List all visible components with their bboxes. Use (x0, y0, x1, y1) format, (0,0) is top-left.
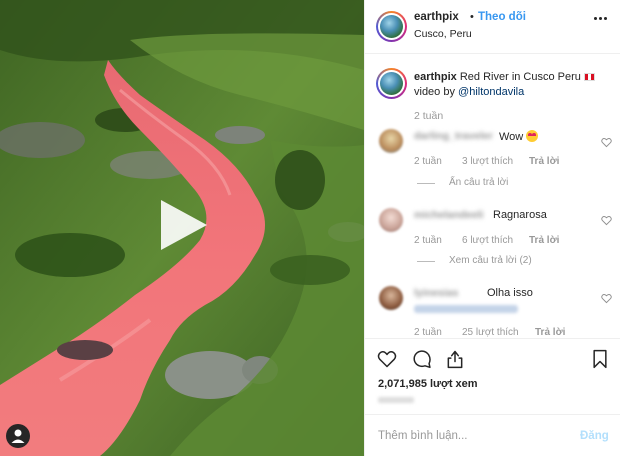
heart-eyes-emoji-icon (526, 130, 539, 142)
comment-timestamp[interactable]: 2 tuần (414, 235, 442, 246)
caption-credit: video by (414, 86, 459, 98)
comment-like-heart-icon[interactable] (601, 293, 612, 304)
comment-text: Wow (499, 130, 539, 143)
user-icon (11, 429, 25, 443)
comments-list[interactable]: earthpix Red River in Cusco Peru video b… (365, 55, 620, 338)
comment-username[interactable]: darling_traveler (414, 130, 493, 142)
comment-text: Ragnarosa (493, 209, 547, 221)
comment-input[interactable] (378, 428, 568, 444)
comment-likes-count[interactable]: 6 lượt thích (462, 235, 513, 246)
tagged-users-button[interactable] (6, 424, 30, 448)
comment-likes-count[interactable]: 3 lượt thích (462, 156, 513, 167)
caption-timestamp[interactable]: 2 tuần (414, 110, 443, 122)
heart-icon[interactable] (377, 349, 397, 369)
comment-reply-button[interactable]: Trả lời (535, 327, 565, 338)
post-location[interactable]: Cusco, Peru (414, 28, 472, 40)
post-comment-button[interactable]: Đăng (580, 430, 609, 442)
post-video[interactable] (0, 0, 364, 456)
view-count-label: lượt xem (426, 378, 478, 390)
play-icon[interactable] (157, 198, 209, 252)
thread-line (417, 183, 435, 184)
add-comment-bar: Đăng (365, 414, 620, 456)
follow-button[interactable]: Theo dõi (478, 11, 526, 23)
comment-avatar[interactable] (379, 208, 403, 232)
caption-text: Red River in Cusco Peru (456, 71, 584, 83)
comment-username[interactable]: michelandeeli (414, 209, 483, 221)
blurred-mention (414, 305, 518, 313)
comment-reply-button[interactable]: Trả lời (529, 235, 559, 246)
caption-author-avatar[interactable] (376, 68, 407, 99)
peru-flag-icon (583, 73, 595, 81)
comment-timestamp[interactable]: 2 tuần (414, 327, 442, 338)
comment-likes-count[interactable]: 25 lượt thích (462, 327, 519, 338)
comment-avatar[interactable] (379, 286, 403, 310)
separator-dot: • (470, 11, 474, 23)
comment-text: Olha isso (487, 287, 533, 299)
view-count[interactable]: 2,071,985 lượt xem (378, 378, 478, 390)
comment-icon[interactable] (412, 349, 432, 369)
more-options-icon[interactable] (594, 17, 608, 23)
caption-mention-link[interactable]: @hiltondavila (458, 86, 524, 98)
author-avatar[interactable] (376, 11, 407, 42)
bookmark-icon[interactable] (590, 349, 610, 369)
comment-username[interactable]: lyinesias (414, 287, 458, 299)
author-username[interactable]: earthpix (414, 11, 459, 23)
comment-avatar[interactable] (379, 129, 403, 153)
share-icon[interactable] (445, 349, 465, 369)
toggle-replies-button[interactable]: Ẩn câu trả lời (449, 177, 508, 188)
post-caption: earthpix Red River in Cusco Peru video b… (414, 70, 614, 100)
toggle-replies-button[interactable]: Xem câu trả lời (2) (449, 255, 532, 266)
caption-username[interactable]: earthpix (414, 71, 457, 83)
comment-like-heart-icon[interactable] (601, 137, 612, 148)
post-date[interactable] (378, 397, 414, 403)
post-header: earthpix • Theo dõi Cusco, Peru (365, 0, 620, 54)
post-side-panel: earthpix • Theo dõi Cusco, Peru earthpix… (364, 0, 620, 456)
thread-line (417, 261, 435, 262)
comment-timestamp[interactable]: 2 tuần (414, 156, 442, 167)
post-actions: 2,071,985 lượt xem (365, 338, 620, 414)
comment-reply-button[interactable]: Trả lời (529, 156, 559, 167)
comment-like-heart-icon[interactable] (601, 215, 612, 226)
view-count-number: 2,071,985 (378, 378, 427, 390)
